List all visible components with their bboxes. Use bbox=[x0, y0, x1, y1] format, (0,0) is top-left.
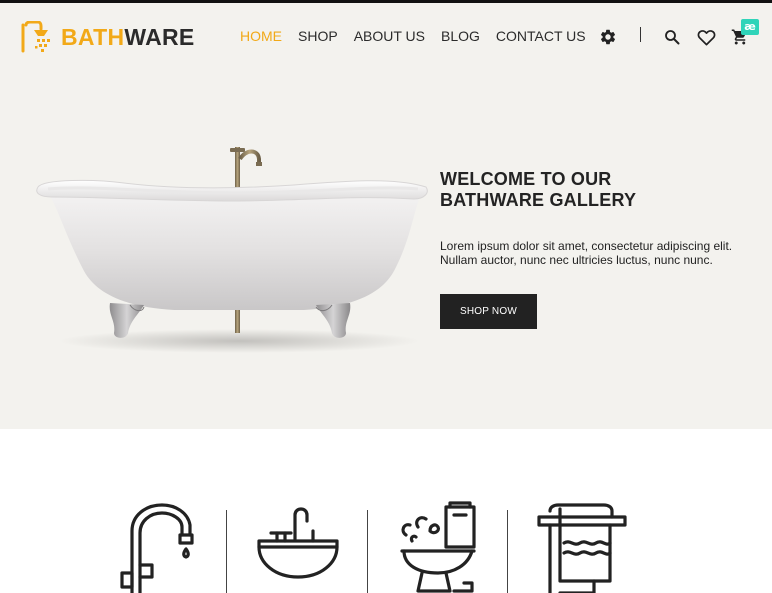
heart-icon[interactable] bbox=[696, 27, 716, 47]
hero-banner: WELCOME TO OUR BATHWARE GALLERY Lorem ip… bbox=[0, 67, 772, 429]
towel-icon[interactable] bbox=[536, 503, 628, 593]
hero-description-line2: Nullam auctor, nunc nec ultricies luctus… bbox=[440, 253, 713, 267]
floating-badge[interactable]: æ bbox=[741, 19, 759, 35]
hero-title: WELCOME TO OUR BATHWARE GALLERY bbox=[440, 169, 740, 211]
shop-now-button[interactable]: SHOP NOW bbox=[440, 294, 537, 329]
gear-icon[interactable] bbox=[598, 27, 618, 47]
category-divider bbox=[226, 510, 227, 593]
hero-description-line1: Lorem ipsum dolor sit amet, consectetur … bbox=[440, 239, 733, 253]
header-icons bbox=[0, 27, 772, 51]
category-icons-section bbox=[0, 429, 772, 593]
toilet-icon[interactable] bbox=[398, 501, 478, 593]
site-header: BATHWARE HOME SHOP ABOUT US BLOG CONTACT… bbox=[0, 3, 772, 67]
faucet-icon[interactable] bbox=[112, 501, 204, 593]
hero-description: Lorem ipsum dolor sit amet, consectetur … bbox=[440, 239, 760, 267]
bathtub-image bbox=[36, 147, 428, 353]
search-icon[interactable] bbox=[662, 27, 682, 47]
sink-icon[interactable] bbox=[255, 501, 341, 581]
hero-title-line1: WELCOME TO OUR bbox=[440, 169, 612, 189]
hero-title-line2: BATHWARE GALLERY bbox=[440, 190, 637, 210]
category-divider bbox=[507, 510, 508, 593]
category-divider bbox=[367, 510, 368, 593]
header-divider bbox=[640, 27, 641, 42]
